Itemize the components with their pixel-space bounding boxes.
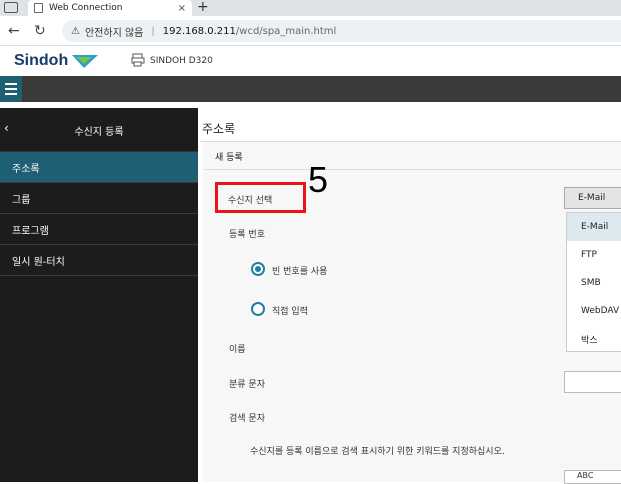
search-label: 검색 문자 <box>229 414 265 424</box>
sidebar-item-program[interactable]: 프로그램 <box>0 214 198 245</box>
sidebar-title: 수신지 등록 <box>74 127 124 138</box>
sidebar: ‹ 수신지 등록 주소록 그룹 프로그램 일시 원-터치 <box>0 108 198 482</box>
search-hint: 수신지를 등록 이름으로 검색 표시하기 위한 키워드를 지정하십시오. <box>250 447 505 457</box>
radio-direct-input[interactable] <box>251 302 265 316</box>
logo-mark-icon <box>72 55 98 68</box>
close-icon[interactable]: × <box>178 3 186 14</box>
destination-type-select[interactable]: E-Mail <box>564 187 621 209</box>
classification-label: 분류 문자 <box>229 380 265 390</box>
top-toolbar <box>0 76 621 102</box>
name-label: 이름 <box>229 345 246 355</box>
url-host: 192.168.0.211 <box>162 25 236 37</box>
menu-icon[interactable] <box>0 76 22 102</box>
divider <box>204 169 621 170</box>
radio-use-empty-number[interactable] <box>251 262 265 276</box>
new-tab-icon[interactable]: + <box>197 0 209 15</box>
main-content: 주소록 새 등록 수신지 선택 5 등록 번호 빈 번호를 사용 직접 입력 이… <box>200 108 621 484</box>
sidebar-item-temp-one-touch[interactable]: 일시 원-터치 <box>0 245 198 276</box>
option-email[interactable]: E-Mail <box>567 213 621 241</box>
radio-direct-label: 직접 입력 <box>272 307 308 317</box>
option-box[interactable]: 박스 <box>567 325 621 353</box>
tab-title: Web Connection <box>49 3 123 13</box>
section-title: 새 등록 <box>215 153 243 163</box>
sidebar-item-group[interactable]: 그룹 <box>0 183 198 214</box>
step-number: 5 <box>308 159 329 200</box>
option-ftp[interactable]: FTP <box>567 241 621 269</box>
page-title: 주소록 <box>202 122 236 136</box>
app-header: Sindoh SINDOH D320 <box>0 46 621 76</box>
radio-use-empty-label: 빈 번호를 사용 <box>272 267 328 277</box>
registration-number-label: 등록 번호 <box>229 230 265 240</box>
insecure-label: 안전하지 않음 <box>84 27 144 39</box>
back-arrow-icon[interactable]: ← <box>8 23 20 39</box>
new-registration-panel: 새 등록 수신지 선택 5 등록 번호 빈 번호를 사용 직접 입력 이름 분류… <box>202 142 621 484</box>
option-webdav[interactable]: WebDAV <box>567 297 621 325</box>
warning-icon[interactable]: ⚠ <box>71 26 80 37</box>
reload-icon[interactable]: ↻ <box>34 23 46 39</box>
url-separator: | <box>151 25 155 37</box>
url-path: /wcd/spa_main.html <box>235 25 337 37</box>
option-smb[interactable]: SMB <box>567 269 621 297</box>
browser-tab[interactable]: Web Connection × <box>28 0 192 16</box>
window-menu-icon[interactable] <box>4 2 18 13</box>
device-model: SINDOH D320 <box>150 56 213 66</box>
destination-type-dropdown: E-Mail FTP SMB WebDAV 박스 <box>566 212 621 352</box>
sidebar-item-address-book[interactable]: 주소록 <box>0 152 198 183</box>
address-bar: ← ↻ ⚠ 안전하지 않음 | 192.168.0.211 /wcd/spa_m… <box>0 16 621 46</box>
url-field[interactable]: ⚠ 안전하지 않음 | 192.168.0.211 /wcd/spa_main.… <box>62 20 621 42</box>
printer-icon <box>131 53 145 67</box>
classification-field[interactable] <box>564 371 621 393</box>
browser-tab-strip: Web Connection × + <box>0 0 621 16</box>
destination-select-label: 수신지 선택 <box>228 196 273 206</box>
page-icon <box>34 3 43 13</box>
logo: Sindoh <box>14 52 69 69</box>
sidebar-header: ‹ 수신지 등록 <box>0 108 198 152</box>
